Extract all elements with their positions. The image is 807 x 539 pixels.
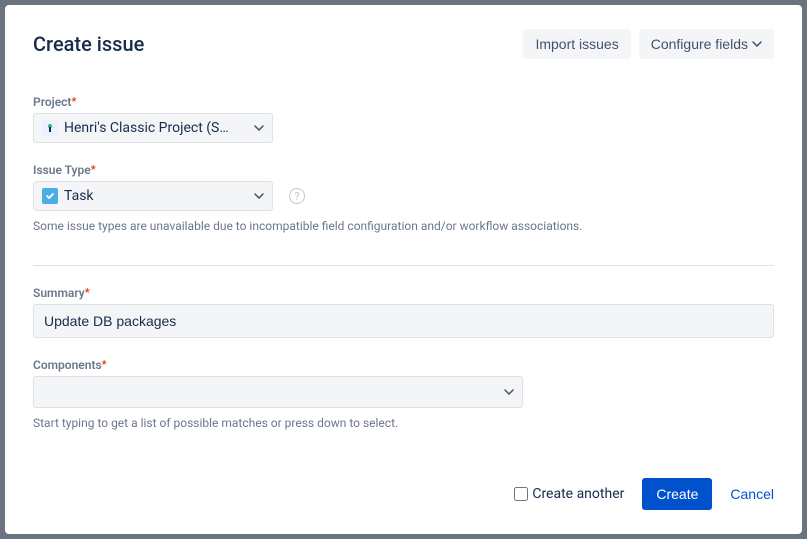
components-help-text: Start typing to get a list of possible m… bbox=[33, 416, 774, 430]
required-indicator: * bbox=[85, 286, 90, 299]
project-select[interactable]: Henri's Classic Project (S… bbox=[33, 113, 273, 143]
issue-type-label: Issue Type* bbox=[33, 163, 774, 177]
create-issue-modal: Create issue Import issues Configure fie… bbox=[5, 5, 802, 534]
create-another-checkbox-row[interactable]: Create another bbox=[514, 486, 624, 502]
chevron-down-icon bbox=[504, 389, 514, 395]
issue-type-field: Issue Type* Task ? Some issue types are … bbox=[33, 163, 774, 233]
modal-footer: Create another Create Cancel bbox=[33, 478, 774, 510]
project-avatar-icon bbox=[42, 120, 58, 136]
components-field: Components* Start typing to get a list o… bbox=[33, 358, 774, 430]
create-another-label: Create another bbox=[532, 486, 624, 502]
project-field: Project* Henri's Classic Project (S… bbox=[33, 95, 774, 143]
required-indicator: * bbox=[91, 163, 96, 176]
task-icon bbox=[42, 188, 58, 204]
configure-fields-button[interactable]: Configure fields bbox=[639, 29, 774, 59]
issue-type-selected-text: Task bbox=[64, 188, 94, 204]
summary-input[interactable] bbox=[33, 304, 774, 338]
summary-field: Summary* bbox=[33, 286, 774, 338]
project-label: Project* bbox=[33, 95, 774, 109]
required-indicator: * bbox=[102, 358, 107, 371]
modal-title: Create issue bbox=[33, 32, 144, 56]
create-another-checkbox[interactable] bbox=[514, 487, 528, 501]
section-divider bbox=[33, 265, 774, 266]
issue-type-help-text: Some issue types are unavailable due to … bbox=[33, 219, 774, 233]
summary-label: Summary* bbox=[33, 286, 774, 300]
help-icon[interactable]: ? bbox=[289, 188, 305, 204]
import-issues-label: Import issues bbox=[535, 36, 618, 52]
configure-fields-label: Configure fields bbox=[651, 36, 748, 52]
header-actions: Import issues Configure fields bbox=[523, 29, 774, 59]
create-button[interactable]: Create bbox=[642, 478, 712, 510]
chevron-down-icon bbox=[254, 125, 264, 131]
modal-header: Create issue Import issues Configure fie… bbox=[33, 29, 774, 59]
chevron-down-icon bbox=[752, 41, 762, 47]
import-issues-button[interactable]: Import issues bbox=[523, 29, 630, 59]
issue-type-row: Task ? bbox=[33, 181, 774, 211]
required-indicator: * bbox=[71, 95, 76, 108]
components-label: Components* bbox=[33, 358, 774, 372]
project-selected-text: Henri's Classic Project (S… bbox=[64, 120, 229, 136]
chevron-down-icon bbox=[254, 193, 264, 199]
components-select[interactable] bbox=[33, 376, 523, 408]
cancel-button[interactable]: Cancel bbox=[730, 486, 774, 502]
issue-type-select[interactable]: Task bbox=[33, 181, 273, 211]
